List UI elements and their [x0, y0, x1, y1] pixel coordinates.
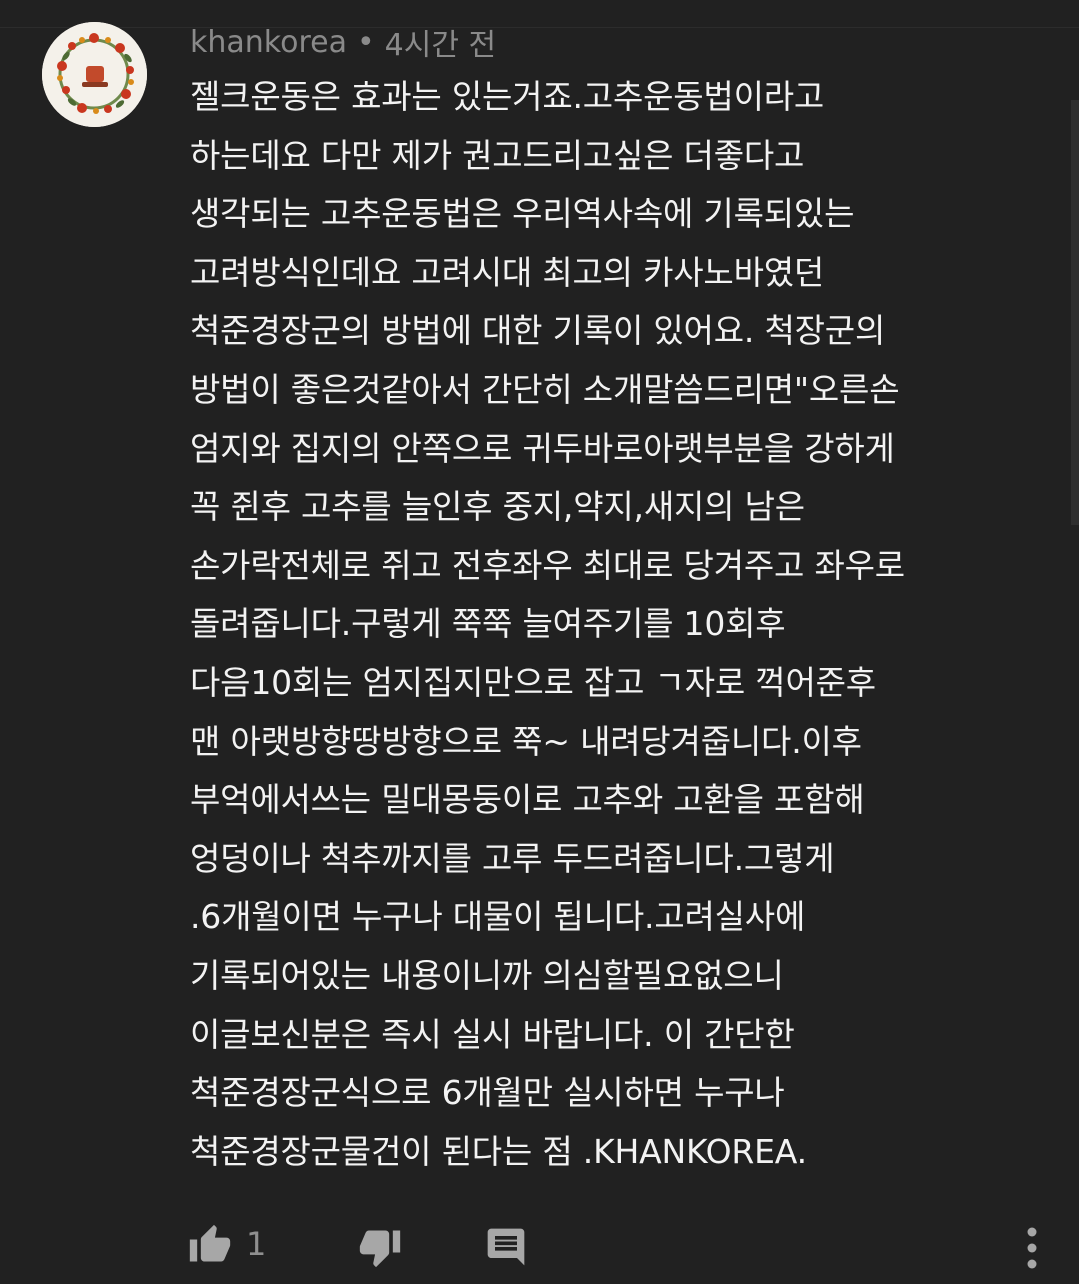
comment-text: 젤크운동은 효과는 있는거죠.고추운동법이라고 하는데요 다만 제가 권고드리고…	[190, 77, 905, 1171]
more-vertical-icon	[1027, 1227, 1037, 1269]
dislike-button[interactable]	[356, 1223, 404, 1271]
like-count: 1	[246, 1225, 267, 1263]
scrollbar[interactable]	[1071, 100, 1079, 525]
comment-meta: khankorea • 4시간 전	[190, 20, 496, 64]
meta-separator: •	[356, 24, 375, 60]
like-button[interactable]	[186, 1221, 234, 1269]
reply-button[interactable]	[482, 1223, 530, 1271]
thumb-down-icon	[359, 1230, 401, 1268]
timestamp: 4시간 전	[384, 28, 497, 63]
avatar[interactable]	[42, 22, 147, 127]
comment-actions: 1	[0, 1215, 1079, 1275]
comment-icon	[487, 1228, 525, 1266]
top-divider	[0, 27, 1079, 28]
thumb-up-icon	[189, 1224, 231, 1262]
more-options-button[interactable]	[1012, 1223, 1052, 1273]
wreath-avatar-icon	[42, 22, 147, 127]
author-name[interactable]: khankorea	[190, 25, 347, 60]
